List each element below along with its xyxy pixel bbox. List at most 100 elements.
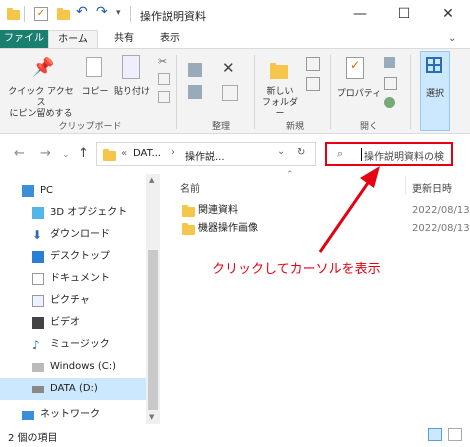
file-modified: 2022/08/13 1 xyxy=(412,223,470,234)
sidebar-item-windows-c[interactable]: Windows (C:) xyxy=(0,356,146,378)
sidebar-item-pictures[interactable]: ピクチャ xyxy=(0,290,146,312)
new-folder-button[interactable]: 新しい フォルダー xyxy=(258,87,302,120)
cut-icon[interactable]: ✂ xyxy=(158,55,167,68)
sidebar-scrollbar-thumb[interactable] xyxy=(148,250,158,410)
undo-icon[interactable]: ↶ xyxy=(76,4,88,20)
breadcrumb-current[interactable]: 操作説... xyxy=(185,148,225,163)
clipboard-group-label: クリップボード xyxy=(58,122,122,132)
redo-icon[interactable]: ↷ xyxy=(96,4,108,20)
forward-arrow-icon[interactable]: → xyxy=(40,146,51,161)
breadcrumb-data[interactable]: DAT... xyxy=(133,148,161,159)
network-icon xyxy=(22,411,34,420)
column-header-modified[interactable]: 更新日時 xyxy=(412,180,452,195)
paste-shortcut-icon[interactable] xyxy=(158,91,170,103)
sidebar-label: ネットワーク xyxy=(40,409,100,420)
annotation-text: クリックしてカーソルを表示 xyxy=(212,262,381,277)
sidebar-label: ピクチャ xyxy=(50,295,90,306)
sidebar-label: 3D オブジェクト xyxy=(50,207,128,218)
group-separator xyxy=(410,55,411,129)
paste-button[interactable]: 貼り付け xyxy=(112,87,152,98)
paste-icon xyxy=(122,55,140,79)
address-dropdown-icon[interactable]: ⌄ xyxy=(277,146,285,157)
sidebar-item-music[interactable]: ♪ ミュージック xyxy=(0,334,146,356)
move-to-icon[interactable] xyxy=(188,63,202,77)
folder-icon xyxy=(103,149,116,161)
open-icon[interactable] xyxy=(384,57,395,68)
sidebar-label: ダウンロード xyxy=(50,229,110,240)
tab-share[interactable]: 共有 xyxy=(104,30,144,48)
picture-icon xyxy=(32,295,44,307)
edit-icon[interactable] xyxy=(384,77,397,90)
history-icon[interactable] xyxy=(384,97,395,108)
cube-icon xyxy=(32,207,44,219)
window-title: 操作説明資料 xyxy=(140,10,206,23)
sidebar-item-videos[interactable]: ビデオ xyxy=(0,312,146,334)
scroll-up-icon[interactable]: ▲ xyxy=(149,176,154,184)
refresh-icon[interactable]: ↻ xyxy=(297,147,305,158)
folder-icon xyxy=(182,223,195,235)
up-arrow-icon[interactable]: ↑ xyxy=(78,146,89,161)
organize-group-label: 整理 xyxy=(211,122,230,132)
file-modified: 2022/08/13 1 xyxy=(412,205,470,216)
new-folder-label-line1: 新しい xyxy=(266,87,294,97)
copy-icon xyxy=(86,57,102,77)
close-button[interactable]: ✕ xyxy=(426,0,470,30)
back-arrow-icon[interactable]: ← xyxy=(14,146,25,161)
sidebar-item-desktop[interactable]: デスクトップ xyxy=(0,246,146,268)
column-divider[interactable] xyxy=(405,176,406,194)
sidebar-item-network[interactable]: ネットワーク xyxy=(0,404,146,426)
breadcrumb-separator: › xyxy=(171,147,175,158)
sidebar-label: ビデオ xyxy=(50,317,80,328)
sidebar-item-data-d[interactable]: DATA (D:) xyxy=(0,378,146,400)
copy-path-icon[interactable] xyxy=(158,73,170,85)
drive-icon xyxy=(32,386,44,393)
address-bar[interactable]: « DAT... › 操作説... ⌄ ↻ xyxy=(96,142,316,166)
group-separator xyxy=(254,55,255,129)
tab-home[interactable]: ホーム xyxy=(48,30,98,48)
select-label: 選択 xyxy=(425,89,444,99)
sidebar-label: ミュージック xyxy=(50,339,110,350)
tab-view[interactable]: 表示 xyxy=(150,30,190,48)
rename-icon[interactable] xyxy=(222,85,238,101)
properties-icon: ✓ xyxy=(346,57,364,79)
properties-check-icon[interactable]: ✓ xyxy=(34,7,48,21)
sidebar-label: ドキュメント xyxy=(50,273,110,284)
scroll-down-icon[interactable]: ▼ xyxy=(149,413,154,421)
easy-access-icon[interactable] xyxy=(306,77,320,91)
sort-ascending-icon: ⌃ xyxy=(286,170,294,180)
sidebar-item-pc[interactable]: PC xyxy=(0,180,146,202)
pin-quick-access-button[interactable]: クイック アクセス にピン留めする xyxy=(4,87,78,120)
large-icons-view-icon[interactable] xyxy=(448,428,462,441)
pc-icon xyxy=(22,185,34,197)
details-view-icon[interactable] xyxy=(428,428,442,441)
navigation-pane: PC 3D オブジェクト ⬇ ダウンロード デスクトップ ドキュメント ピクチャ… xyxy=(0,174,146,424)
desktop-icon xyxy=(32,251,44,263)
sidebar-item-documents[interactable]: ドキュメント xyxy=(0,268,146,290)
sidebar-item-downloads[interactable]: ⬇ ダウンロード xyxy=(0,224,146,246)
sidebar-item-3d-objects[interactable]: 3D オブジェクト xyxy=(0,202,146,224)
annotation-arrow xyxy=(318,166,380,253)
ribbon-expand-icon[interactable]: ⌄ xyxy=(448,33,456,44)
ribbon-tabs: ファイル ホーム 共有 表示 ⌄ xyxy=(0,30,470,48)
recent-dropdown-icon[interactable]: ⌄ xyxy=(62,150,70,160)
new-item-icon[interactable] xyxy=(306,57,320,71)
maximize-button[interactable]: ☐ xyxy=(382,0,426,30)
customize-quick-access-icon[interactable]: ▾ xyxy=(116,8,121,18)
column-header-name[interactable]: 名前 xyxy=(180,180,200,195)
properties-button[interactable]: プロパティ xyxy=(334,89,384,100)
sidebar-label: デスクトップ xyxy=(50,251,110,262)
copy-to-icon[interactable] xyxy=(188,85,202,99)
tab-file[interactable]: ファイル xyxy=(0,30,48,48)
address-overflow[interactable]: « xyxy=(121,148,127,159)
delete-icon[interactable]: ✕ xyxy=(222,59,235,77)
folder-icon xyxy=(6,7,20,21)
copy-button[interactable]: コピー xyxy=(80,87,110,98)
minimize-button[interactable]: — xyxy=(338,0,382,30)
open-group-label: 開く xyxy=(359,122,378,132)
divider xyxy=(24,6,25,22)
new-folder-icon[interactable] xyxy=(56,7,70,21)
sidebar-label: Windows (C:) xyxy=(50,361,116,372)
pin-icon: 📌 xyxy=(32,57,55,78)
pin-label-line2: にピン留めする xyxy=(9,109,73,119)
pin-label-line1: クイック アクセス xyxy=(8,87,74,108)
